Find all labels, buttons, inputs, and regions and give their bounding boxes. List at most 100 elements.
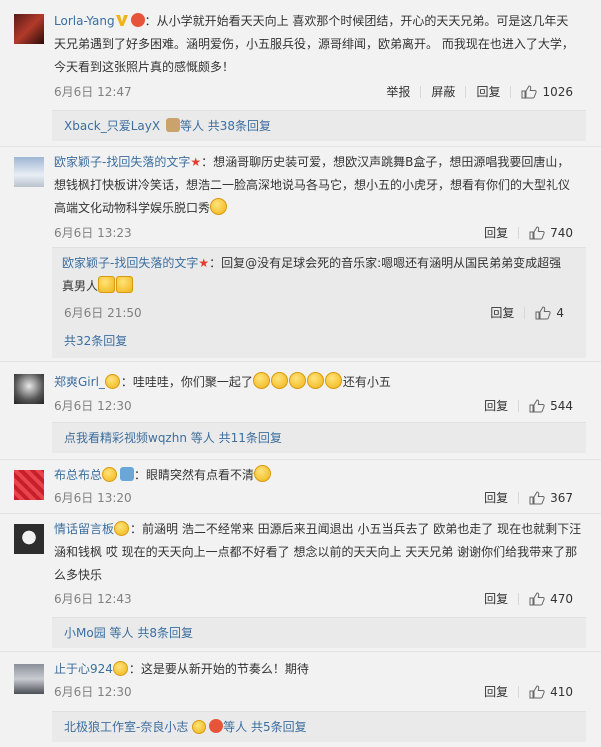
reply-user[interactable]: 小Mo园	[64, 626, 106, 640]
reply-summary[interactable]: 小Mo园 等人 共8条回复	[52, 617, 586, 648]
divider	[518, 226, 520, 239]
reply-count[interactable]: 等人 共38条回复	[180, 119, 271, 133]
reply-user[interactable]: 北极狼工作室-奈良小志	[64, 720, 188, 734]
crying-emoji-icon	[306, 372, 324, 389]
reply-link[interactable]: 回复	[484, 489, 508, 506]
comment-item: 止于心924 ：这是要从新开始的节奏么！期待 6月6日 12:30 回复 410 …	[0, 652, 601, 747]
block-link[interactable]: 屏蔽	[431, 83, 455, 100]
thumbs-up-icon	[529, 225, 545, 239]
comment-time: 6月6日 12:30	[54, 399, 132, 413]
squint-emoji-icon	[254, 465, 272, 482]
like-button[interactable]: 740	[529, 226, 573, 240]
avatar[interactable]	[14, 470, 44, 500]
report-link[interactable]: 举报	[386, 83, 410, 100]
thumbs-up-icon	[529, 398, 545, 412]
divider	[465, 85, 467, 98]
comment-actions: 回复 740	[484, 224, 573, 241]
crying-emoji-icon	[210, 198, 228, 215]
avatar[interactable]	[14, 524, 44, 554]
reply-summary-text: 北极狼工作室-奈良小志 等人 共5条回复	[52, 712, 586, 741]
username[interactable]: 郑爽Girl_	[54, 375, 105, 389]
reply-summary[interactable]: Xback_只爱LayX 等人 共38条回复	[52, 110, 586, 141]
username[interactable]: Lorla-Yang	[54, 14, 115, 28]
like-button[interactable]: 1026	[521, 85, 573, 99]
vip-icon	[115, 15, 128, 26]
reply-summary-text: Xback_只爱LayX 等人 共38条回复	[52, 111, 586, 140]
username[interactable]: 情话留言板	[54, 522, 114, 536]
reply-count[interactable]: 等人 共8条回复	[110, 626, 193, 640]
avatar[interactable]	[14, 157, 44, 187]
divider	[518, 592, 520, 605]
comment-item: 欧家颖子-找回失落的文字★：想涵哥聊历史装可爱，想欧汉声跳舞B盒子，想田源唱我要…	[0, 147, 601, 358]
thumbs-up-emoji-icon	[98, 276, 116, 293]
divider	[518, 491, 520, 504]
camera-icon	[120, 467, 135, 481]
vip-crown-icon	[102, 467, 118, 482]
reply-count[interactable]: 等人 共11条回复	[191, 431, 282, 445]
avatar-icon	[165, 118, 180, 132]
comment-body-tail: 还有小五	[342, 375, 391, 389]
reply-count[interactable]: 等人 共5条回复	[223, 720, 306, 734]
reply-count[interactable]: 共32条回复	[64, 332, 127, 349]
reply-link[interactable]: 回复	[484, 397, 508, 414]
thumbs-up-emoji-icon	[116, 276, 134, 293]
comment-actions: 回复 410	[484, 683, 573, 700]
avatar[interactable]	[14, 374, 44, 404]
username[interactable]: 欧家颖子-找回失落的文字	[62, 256, 198, 270]
username[interactable]: 欧家颖子-找回失落的文字	[54, 155, 190, 169]
nested-reply-text: 欧家颖子-找回失落的文字★：回复@没有足球会死的音乐家:嗯嗯还有涵明从国民弟弟变…	[62, 252, 572, 298]
comment-time: 6月6日 12:43	[54, 592, 132, 606]
comment-body: ：眼睛突然有点看不清	[134, 468, 255, 482]
comment-body: ：前涵明 浩二不经常来 田源后来丑闻退出 小五当兵去了 欧弟也走了 现在也就剩下…	[54, 522, 582, 582]
crying-emoji-icon	[324, 372, 342, 389]
verified-badge-icon	[209, 719, 224, 733]
like-button[interactable]: 544	[529, 399, 573, 413]
username[interactable]: 止于心924	[54, 662, 113, 676]
like-count: 4	[556, 305, 564, 320]
crying-emoji-icon	[288, 372, 306, 389]
nested-reply-box: 欧家颖子-找回失落的文字★：回复@没有足球会死的音乐家:嗯嗯还有涵明从国民弟弟变…	[52, 247, 586, 358]
thumbs-up-icon	[529, 490, 545, 504]
divider	[510, 85, 512, 98]
reply-link[interactable]: 回复	[484, 224, 508, 241]
like-count: 410	[550, 684, 573, 699]
like-button[interactable]: 410	[529, 685, 573, 699]
avatar[interactable]	[14, 664, 44, 694]
thumbs-up-icon	[521, 84, 538, 98]
reply-summary-text: 点我看精彩视频wqzhn 等人 共11条回复	[52, 423, 586, 452]
reply-link[interactable]: 回复	[490, 304, 514, 321]
thumbs-up-icon	[529, 591, 545, 605]
like-button[interactable]: 4	[535, 306, 564, 320]
reply-link[interactable]: 回复	[476, 83, 500, 100]
divider	[524, 306, 526, 319]
comment-actions: 回复 470	[484, 590, 573, 607]
username[interactable]: 布总布总	[54, 468, 102, 482]
like-count: 367	[550, 490, 573, 505]
comment-item: 情话留言板 ：前涵明 浩二不经常来 田源后来丑闻退出 小五当兵去了 欧弟也走了 现…	[0, 514, 601, 649]
like-button[interactable]: 470	[529, 592, 573, 606]
nested-reply-time: 6月6日 21:50	[64, 306, 142, 320]
divider	[518, 399, 520, 412]
comment-text: 布总布总 ：眼睛突然有点看不清	[54, 464, 574, 487]
reply-user[interactable]: 点我看精彩视频wqzhn	[64, 431, 187, 445]
reply-summary[interactable]: 北极狼工作室-奈良小志 等人 共5条回复	[52, 711, 586, 742]
comment-text: 欧家颖子-找回失落的文字★：想涵哥聊历史装可爱，想欧汉声跳舞B盒子，想田源唱我要…	[54, 151, 579, 220]
reply-link[interactable]: 回复	[484, 683, 508, 700]
comment-actions: 举报 屏蔽 回复 1026	[386, 83, 573, 100]
comment-time: 6月6日 12:30	[54, 685, 132, 699]
comment-text: 郑爽Girl_ ：哇哇哇，你们聚一起了 还有小五	[54, 371, 574, 394]
like-count: 740	[550, 225, 573, 240]
comment-item: 郑爽Girl_ ：哇哇哇，你们聚一起了 还有小五 6月6日 12:30 回复 544…	[0, 362, 601, 457]
star-icon: ★	[198, 256, 210, 270]
avatar[interactable]	[14, 14, 44, 44]
reply-link[interactable]: 回复	[484, 590, 508, 607]
comment-list: Lorla-Yang ：从小学就开始看天天向上 喜欢那个时候团结，开心的天天兄弟。…	[0, 0, 601, 747]
reply-summary[interactable]: 点我看精彩视频wqzhn 等人 共11条回复	[52, 422, 586, 453]
like-button[interactable]: 367	[529, 491, 573, 505]
reply-user[interactable]: Xback_只爱LayX	[64, 119, 160, 133]
comment-body: ：这是要从新开始的节奏么！期待	[128, 662, 309, 676]
vip-crown-icon	[112, 661, 128, 676]
comment-actions: 回复 544	[484, 397, 573, 414]
reply-summary-text: 小Mo园 等人 共8条回复	[52, 618, 586, 647]
like-count: 470	[550, 591, 573, 606]
